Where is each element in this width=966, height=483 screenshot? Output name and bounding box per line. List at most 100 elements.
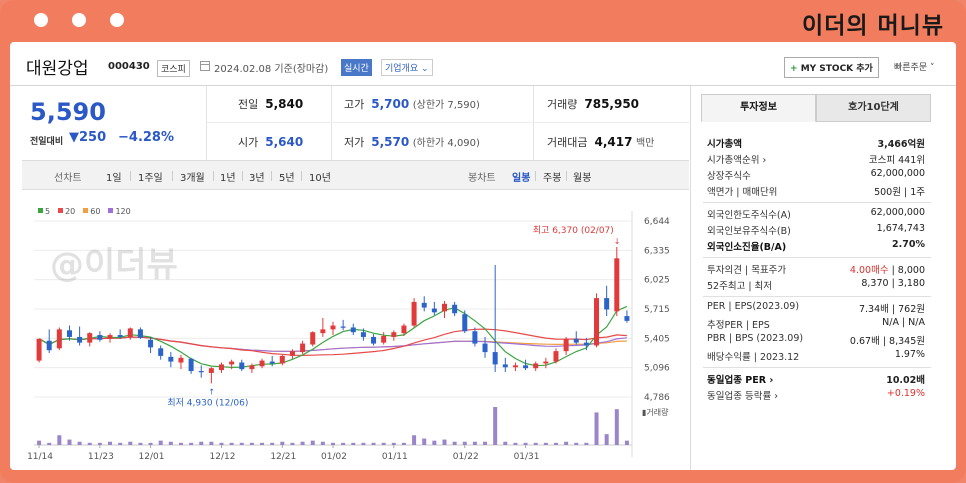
tab-investment-info[interactable]: 투자정보: [701, 94, 816, 122]
volume-bar: [503, 441, 508, 445]
period-3month[interactable]: 3개월: [180, 169, 205, 184]
chart-type-candle[interactable]: 봉차트: [468, 169, 496, 184]
candle-body: [371, 336, 377, 344]
period-line-chart[interactable]: 선차트: [54, 169, 82, 184]
info-row: 52주최고 | 최저 8,370 | 3,180: [707, 278, 925, 292]
volume-bar: [270, 442, 275, 445]
info-row-label: PER | EPS(2023.09): [707, 301, 800, 312]
candle-body: [340, 326, 346, 328]
stat-label: 전일: [238, 98, 259, 111]
candle-body: [594, 298, 600, 346]
candle-body: [279, 355, 285, 364]
info-row: 외국인보유주식수(B) 1,674,743: [707, 223, 925, 237]
x-tick-label: 01/11: [382, 452, 408, 462]
company-overview-dropdown[interactable]: 기업개요 ⌄: [381, 59, 433, 76]
period-10year[interactable]: 10년: [309, 169, 331, 184]
realtime-button[interactable]: 실시간: [341, 59, 372, 76]
info-row-label: 시가총액: [707, 139, 742, 150]
candle-body: [553, 351, 559, 362]
window-dot-3[interactable]: [110, 13, 124, 27]
candle-body: [137, 329, 143, 338]
add-mystock-button[interactable]: + MY STOCK 추가: [784, 57, 879, 78]
candle-body: [208, 368, 214, 373]
stat-value: 5,700: [371, 97, 410, 111]
volume-bar: [584, 442, 589, 445]
stat-open: 시가 5,640: [238, 134, 303, 150]
candle-body: [77, 336, 83, 343]
x-tick-label: 01/22: [453, 452, 479, 462]
stat-label: 시가: [238, 136, 259, 149]
candle-body: [330, 325, 336, 330]
info-row: 액면가 | 매매단위 500원 | 1주: [707, 184, 925, 198]
x-tick-label: 11/14: [27, 452, 53, 462]
stat-value: 5,640: [265, 135, 304, 149]
period-3year[interactable]: 3년: [249, 169, 265, 184]
candle-body: [56, 329, 62, 349]
legend-item-ma120: 120: [108, 207, 131, 216]
target-opinion: 4.00매수: [849, 265, 889, 276]
chart-type-daily[interactable]: 일봉: [512, 169, 530, 184]
info-row-value: 500원 | 1주: [874, 184, 925, 198]
candle-body: [229, 361, 235, 365]
period-1day[interactable]: 1일: [106, 169, 122, 184]
tab-order-book[interactable]: 호가10단계: [816, 94, 931, 122]
period-1year[interactable]: 1년: [220, 169, 236, 184]
info-row: PBR | BPS (2023.09) 0.67배 | 8,345원: [707, 333, 925, 347]
info-row: 동일업종 PER › 10.02배: [707, 372, 925, 386]
period-divider: [271, 171, 272, 181]
x-tick-label: 12/01: [139, 452, 165, 462]
candle-body: [188, 358, 194, 372]
candle-body: [148, 339, 154, 348]
period-toolbar: 선차트 1일 1주일 3개월 1년 3년 5년 10년 봉차트 일봉 주봉 월봉: [22, 160, 689, 190]
current-price: 5,590: [30, 98, 106, 126]
volume-bar: [543, 442, 548, 445]
volume-bar: [37, 440, 42, 445]
volume-bar: [249, 442, 254, 445]
window-dot-1[interactable]: [34, 13, 48, 27]
info-row-value-text: 62,000,000: [870, 207, 925, 218]
stat-amount: 거래대금 4,417 백만: [547, 134, 654, 150]
info-row-value-text: 3,466억원: [877, 139, 925, 150]
candle-body: [624, 316, 630, 321]
chart-type-weekly[interactable]: 주봉: [543, 169, 561, 184]
volume-bar: [108, 441, 113, 445]
period-divider: [301, 171, 302, 181]
stat-sub: (상한가 7,590): [412, 100, 480, 111]
info-row-value: 7.34배 | 762원: [859, 301, 925, 315]
candle-body: [462, 314, 468, 332]
volume-bar: [219, 442, 224, 445]
volume-bar: [260, 442, 265, 445]
period-5year[interactable]: 5년: [279, 169, 295, 184]
candle-body: [300, 343, 306, 353]
price-chart[interactable]: 5 20 60 120 6,644 6,335 6,025 5,715 5,405 5,096 4…: [22, 197, 690, 467]
quick-order-button[interactable]: 빠른주문 ˅: [894, 60, 935, 73]
info-row-value-text: 0.67배 | 8,345원: [849, 336, 925, 347]
window-dot-2[interactable]: [72, 13, 86, 27]
max-price-label: 최고 6,370 (02/07): [533, 225, 614, 236]
legend-item-ma20: 20: [58, 207, 75, 216]
chart-type-monthly[interactable]: 월봉: [573, 169, 591, 184]
candle-body: [523, 365, 529, 369]
candle-body: [219, 364, 225, 371]
volume-bar: [280, 441, 285, 445]
stat-label: 저가: [344, 136, 365, 149]
candle-body: [381, 335, 387, 343]
period-1week[interactable]: 1주일: [138, 169, 163, 184]
stock-header: 대원강업 000430 코스피 2024.02.08 기준(장마감) 실시간 기…: [10, 42, 956, 86]
volume-bar: [158, 440, 163, 445]
info-row-label: 액면가 | 매매단위: [707, 187, 778, 198]
x-tick-label: 12/21: [270, 452, 296, 462]
volume-bar: [553, 442, 558, 445]
stat-high: 고가 5,700 (상한가 7,590): [344, 96, 480, 112]
info-row-value-text: N/A | N/A: [882, 317, 925, 328]
info-row-label: 동일업종 등락률 ›: [707, 391, 779, 402]
info-row-value-text: 500원 | 1주: [874, 187, 925, 198]
brand-title: 이더의 머니뷰: [802, 13, 944, 39]
candle-body: [198, 371, 204, 373]
volume-bar: [118, 442, 123, 445]
candle-body: [492, 352, 498, 365]
legend-item-ma60: 60: [83, 207, 100, 216]
company-overview-label: 기업개요: [385, 64, 419, 74]
min-price-label: 최저 4,930 (12/06): [167, 397, 248, 408]
stat-low: 저가 5,570 (하한가 4,090): [344, 134, 480, 150]
